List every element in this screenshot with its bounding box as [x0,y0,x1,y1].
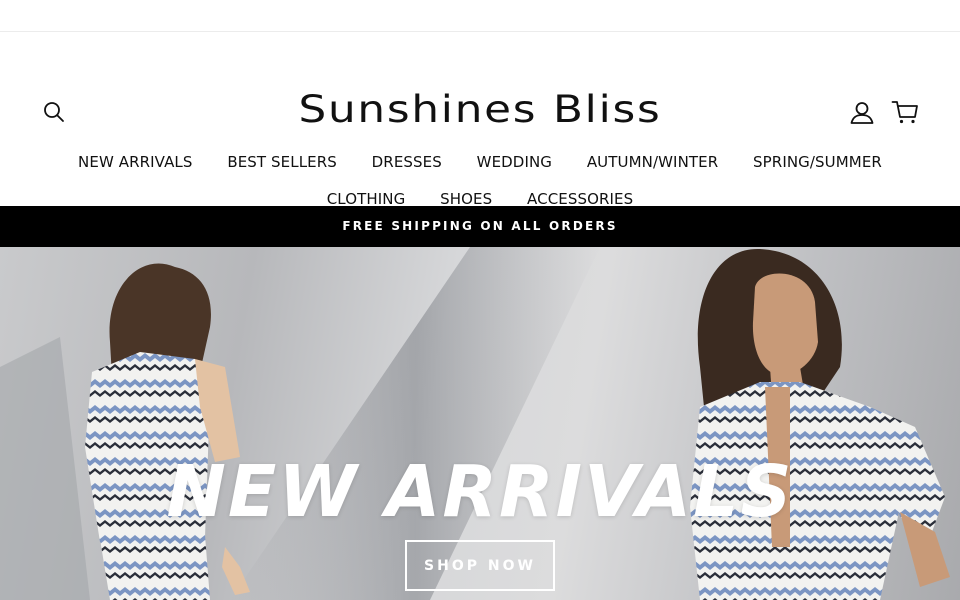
hero-banner[interactable]: NEW ARRIVALS SHOP NOW [0,247,960,600]
site-header: Sunshines Bliss NEW ARRIVALS BEST SELLER… [0,32,960,208]
announcement-bar: FREE SHIPPING ON ALL ORDERS [0,206,960,247]
nav-new-arrivals[interactable]: NEW ARRIVALS [78,153,192,171]
nav-spring-summer[interactable]: SPRING/SUMMER [753,153,882,171]
cart-icon [891,101,918,124]
nav-autumn-winter[interactable]: AUTUMN/WINTER [587,153,718,171]
site-logo[interactable]: Sunshines Bliss [0,88,960,131]
top-utility-bar [0,0,960,32]
nav-best-sellers[interactable]: BEST SELLERS [227,153,337,171]
hero-title: NEW ARRIVALS [166,450,794,533]
main-nav-primary: NEW ARRIVALS BEST SELLERS DRESSES WEDDIN… [0,153,960,171]
cart-button[interactable] [891,99,919,125]
user-icon [850,102,874,124]
nav-dresses[interactable]: DRESSES [372,153,442,171]
shop-now-button[interactable]: SHOP NOW [405,540,555,591]
account-button[interactable] [849,100,875,126]
nav-wedding[interactable]: WEDDING [477,153,552,171]
